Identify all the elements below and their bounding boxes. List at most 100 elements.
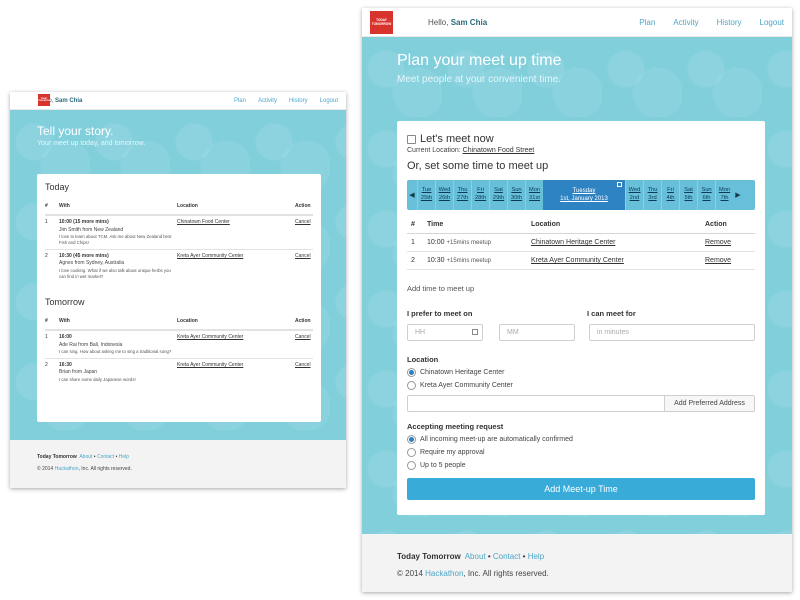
row-location-link[interactable]: Kreta Ayer Community Center bbox=[177, 253, 243, 259]
date-option[interactable]: Thu 3rd bbox=[643, 180, 661, 210]
hackathon-link[interactable]: Hackathon bbox=[425, 569, 463, 578]
nav-history[interactable]: History bbox=[717, 18, 742, 27]
footer-brand: Today Tomorrow bbox=[397, 552, 461, 561]
cancel-link[interactable]: Cancel bbox=[295, 334, 311, 340]
row-location-link[interactable]: Kreta Ayer Community Center bbox=[177, 334, 243, 340]
date-option[interactable]: Mon 31st bbox=[525, 180, 543, 210]
footer-help-link[interactable]: Help bbox=[528, 552, 544, 561]
meetups-panel: Today # With Location Action 1 10:00 (15… bbox=[37, 174, 321, 422]
row-location-link[interactable]: Chinatown Heritage Center bbox=[531, 239, 615, 246]
prev-arrow-icon[interactable]: ◀ bbox=[407, 180, 417, 210]
accept-option[interactable]: Require my approval bbox=[407, 448, 755, 457]
duration-input[interactable]: in minutes bbox=[589, 324, 755, 341]
date-option[interactable]: Fri 4th bbox=[661, 180, 679, 210]
radio-unselected[interactable] bbox=[407, 461, 416, 470]
add-meetup-button[interactable]: Add Meet-up Time bbox=[407, 478, 755, 500]
location-option[interactable]: Chinatown Heritage Center bbox=[407, 368, 755, 377]
date-day: 5th bbox=[684, 195, 693, 201]
nav-logout[interactable]: Logout bbox=[320, 98, 338, 104]
top-nav: Plan Activity History Logout bbox=[621, 18, 784, 27]
row-duration: +15mins meetup bbox=[446, 240, 492, 246]
date-option[interactable]: Sat 5th bbox=[679, 180, 697, 210]
radio-unselected[interactable] bbox=[407, 381, 416, 390]
address-group: Add Preferred Address bbox=[407, 395, 755, 412]
row-time: 10:00 (15 more mins) bbox=[59, 219, 109, 226]
nav-activity[interactable]: Activity bbox=[258, 98, 277, 104]
time-picker-icon[interactable] bbox=[472, 329, 478, 335]
cancel-link[interactable]: Cancel bbox=[295, 253, 311, 259]
date-day: 28th bbox=[474, 195, 487, 201]
date-dow: Sun bbox=[701, 187, 712, 194]
nav-history[interactable]: History bbox=[289, 98, 308, 104]
date-option[interactable]: Thu 27th bbox=[453, 180, 471, 210]
remove-link[interactable]: Remove bbox=[705, 239, 731, 246]
row-location-link[interactable]: Kreta Ayer Community Center bbox=[531, 257, 624, 264]
minute-placeholder: MM bbox=[507, 329, 519, 336]
row-note: I love to learn about TCM. Ask me about … bbox=[59, 233, 172, 245]
hour-input[interactable]: HH bbox=[407, 324, 483, 341]
copyright: © 2014 Hackathon, Inc. All rights reserv… bbox=[397, 569, 757, 578]
minute-input[interactable]: MM bbox=[499, 324, 575, 341]
app-logo[interactable]: TODAY TOMORROW bbox=[38, 94, 50, 106]
footer-about-link[interactable]: About bbox=[465, 552, 486, 561]
col-num: # bbox=[45, 203, 48, 209]
date-dow: Wed bbox=[628, 187, 641, 194]
plan-panel: Let's meet now Current Location: Chinato… bbox=[397, 121, 765, 515]
meet-now-checkbox[interactable] bbox=[407, 134, 416, 144]
address-input[interactable] bbox=[407, 395, 664, 412]
col-location: Location bbox=[531, 221, 561, 228]
row-time-value: 10:00 bbox=[427, 239, 445, 246]
date-dow: Fri bbox=[667, 187, 674, 194]
remove-link[interactable]: Remove bbox=[705, 257, 731, 264]
user-name: Sam Chia bbox=[450, 17, 488, 27]
selected-dow: Tuesday bbox=[572, 187, 596, 194]
can-meet-label: I can meet for bbox=[587, 309, 636, 318]
row-time: 16:30 bbox=[59, 362, 72, 369]
nav-plan[interactable]: Plan bbox=[639, 18, 655, 27]
row-with: 10:00 (15 more mins) Jim Smith from New … bbox=[59, 219, 177, 246]
radio-unselected[interactable] bbox=[407, 448, 416, 457]
date-day: 27th bbox=[456, 195, 469, 201]
selected-date[interactable]: Tuesday 1st, January 2013 bbox=[543, 180, 625, 210]
add-address-button[interactable]: Add Preferred Address bbox=[664, 395, 755, 412]
date-option[interactable]: Wed 26th bbox=[435, 180, 453, 210]
date-option[interactable]: Tue 25th bbox=[417, 180, 435, 210]
footer-contact-link[interactable]: Contact bbox=[97, 454, 114, 460]
footer-about-link[interactable]: About bbox=[79, 454, 92, 460]
copyright-suffix: , Inc. All rights reserved. bbox=[78, 466, 132, 472]
date-option[interactable]: Sun 6th bbox=[697, 180, 715, 210]
col-with: With bbox=[59, 203, 70, 209]
radio-selected[interactable] bbox=[407, 368, 416, 377]
current-location-link[interactable]: Chinatown Food Street bbox=[463, 147, 535, 154]
date-option[interactable]: Mon 7th bbox=[715, 180, 733, 210]
radio-selected[interactable] bbox=[407, 435, 416, 444]
date-option[interactable]: Wed 2nd bbox=[625, 180, 643, 210]
hour-placeholder: HH bbox=[415, 329, 426, 336]
row-location-link[interactable]: Kreta Ayer Community Center bbox=[177, 362, 243, 368]
hackathon-link[interactable]: Hackathon bbox=[55, 466, 79, 472]
cancel-link[interactable]: Cancel bbox=[295, 219, 311, 225]
date-strip: ◀ Tue 25th Wed 26th Thu 27th Fri 28th Sat 29t… bbox=[407, 180, 755, 210]
time-field-labels: I prefer to meet on I can meet for bbox=[407, 309, 755, 318]
date-option[interactable]: Fri 28th bbox=[471, 180, 489, 210]
next-arrow-icon[interactable]: ▶ bbox=[733, 180, 743, 210]
page-title: Plan your meet up time bbox=[397, 52, 562, 69]
calendar-icon[interactable] bbox=[617, 182, 622, 187]
accept-option[interactable]: All incoming meet-up are automatically c… bbox=[407, 435, 755, 444]
date-option[interactable]: Sun 30th bbox=[507, 180, 525, 210]
app-logo[interactable]: TODAY TOMORROW bbox=[370, 11, 393, 34]
location-option[interactable]: Kreta Ayer Community Center bbox=[407, 381, 755, 390]
top-nav: Plan Activity History Logout bbox=[222, 98, 338, 104]
cancel-link[interactable]: Cancel bbox=[295, 362, 311, 368]
footer-contact-link[interactable]: Contact bbox=[493, 552, 521, 561]
accept-option[interactable]: Up to 5 people bbox=[407, 461, 755, 470]
footer-help-link[interactable]: Help bbox=[119, 454, 129, 460]
nav-plan[interactable]: Plan bbox=[234, 98, 246, 104]
col-action: Action bbox=[295, 203, 311, 209]
nav-logout[interactable]: Logout bbox=[760, 18, 784, 27]
date-option[interactable]: Sat 29th bbox=[489, 180, 507, 210]
location-option-label: Kreta Ayer Community Center bbox=[420, 382, 513, 389]
nav-activity[interactable]: Activity bbox=[673, 18, 698, 27]
row-location-link[interactable]: Chinatown Food Center bbox=[177, 219, 230, 225]
today-table: # With Location Action 1 10:00 (15 more … bbox=[45, 200, 313, 283]
